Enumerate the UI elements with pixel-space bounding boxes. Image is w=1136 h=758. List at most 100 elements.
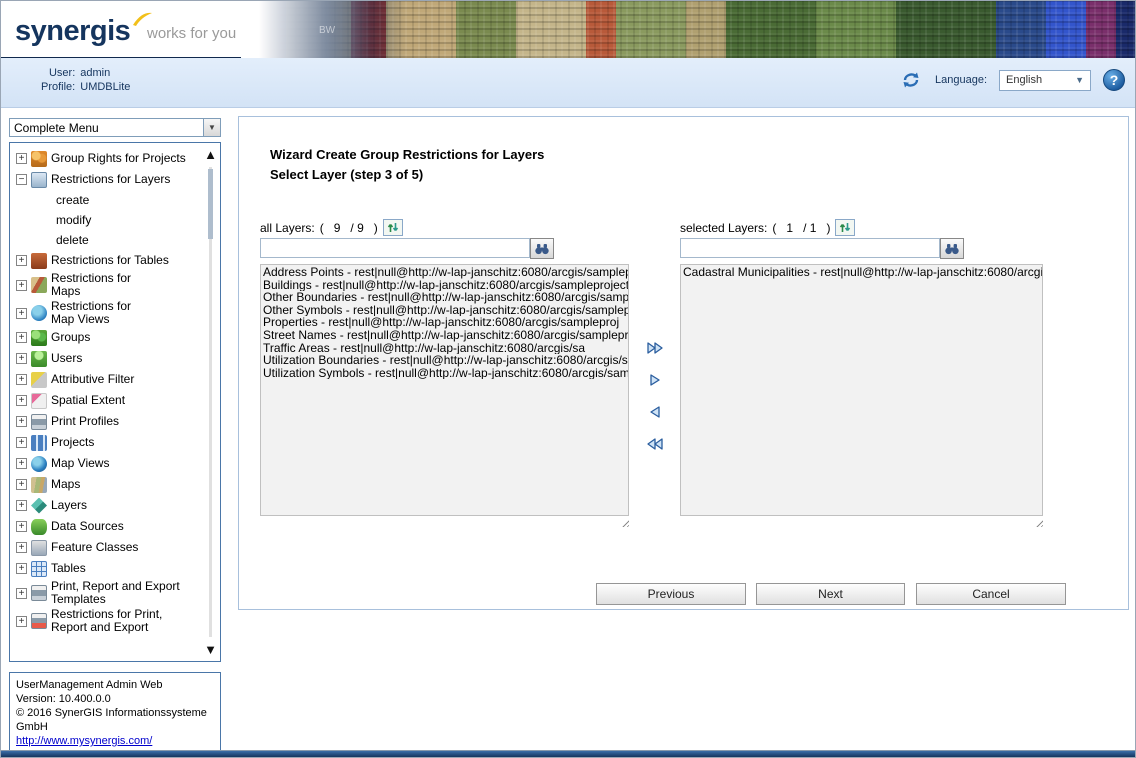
expand-toggle-icon[interactable]: + xyxy=(16,458,27,469)
wizard-step-subtitle: Select Layer (step 3 of 5) xyxy=(270,167,423,182)
sidebar-item-maps[interactable]: +Maps xyxy=(14,474,200,495)
language-select[interactable]: English ▼ xyxy=(999,70,1091,91)
list-item[interactable]: Other Boundaries - rest|null@http://w-la… xyxy=(263,291,628,304)
header-bar: User: admin Profile: UMDBLite Language: … xyxy=(1,58,1136,108)
next-button[interactable]: Next xyxy=(756,583,905,605)
expand-toggle-icon[interactable]: + xyxy=(16,416,27,427)
restrictions-for-maps-icon xyxy=(31,277,47,293)
sidebar-item-label: Groups xyxy=(51,331,90,344)
expand-toggle-icon[interactable]: + xyxy=(16,500,27,511)
list-item[interactable]: Utilization Boundaries - rest|null@http:… xyxy=(263,354,628,367)
list-item[interactable]: Utilization Symbols - rest|null@http://w… xyxy=(263,367,628,380)
selected-layers-total-value: 1 xyxy=(810,221,817,235)
expand-toggle-icon[interactable]: + xyxy=(16,308,27,319)
sidebar-item-delete[interactable]: delete xyxy=(14,230,200,250)
resize-grip-icon[interactable] xyxy=(1034,518,1043,527)
previous-button[interactable]: Previous xyxy=(596,583,746,605)
expand-toggle-icon[interactable]: + xyxy=(16,153,27,164)
attributive-filter-icon xyxy=(31,372,47,388)
expand-toggle-icon[interactable]: + xyxy=(16,479,27,490)
transfer-buttons xyxy=(644,337,666,454)
refresh-list-icon[interactable] xyxy=(383,219,403,236)
resize-grip-icon[interactable] xyxy=(620,518,629,527)
expand-toggle-icon[interactable]: + xyxy=(16,563,27,574)
list-item[interactable]: Buildings - rest|null@http://w-lap-jansc… xyxy=(263,279,628,292)
expand-toggle-icon[interactable]: + xyxy=(16,521,27,532)
selected-layers-search-input[interactable] xyxy=(680,238,940,258)
selected-layers-count: (1/ 1) xyxy=(772,221,830,235)
projects-icon xyxy=(31,435,47,451)
sidebar-item-users[interactable]: +Users xyxy=(14,348,200,369)
sidebar-item-projects[interactable]: +Projects xyxy=(14,432,200,453)
selected-layers-caption: selected Layers: xyxy=(680,221,767,235)
sidebar-item-map-views[interactable]: +Map Views xyxy=(14,453,200,474)
scrollbar-thumb[interactable] xyxy=(208,169,213,239)
list-item[interactable]: Properties - rest|null@http://w-lap-jans… xyxy=(263,316,628,329)
sidebar-item-restrictions-for-layers[interactable]: −Restrictions for Layers xyxy=(14,169,200,190)
chevron-down-icon[interactable]: ▼ xyxy=(203,119,220,136)
user-info: User: admin Profile: UMDBLite xyxy=(41,67,130,93)
list-item[interactable]: Address Points - rest|null@http://w-lap-… xyxy=(263,266,628,279)
sidebar-item-data-sources[interactable]: +Data Sources xyxy=(14,516,200,537)
expand-toggle-icon[interactable]: + xyxy=(16,588,27,599)
banner-fade xyxy=(241,1,371,58)
selected-layers-count-value: 1 xyxy=(786,221,793,235)
list-item[interactable]: Cadastral Municipalities - rest|null@htt… xyxy=(683,266,1042,279)
about-link[interactable]: http://www.mysynergis.com/ xyxy=(16,735,152,747)
sidebar-item-label: Tables xyxy=(51,562,86,575)
all-layers-search-input[interactable] xyxy=(260,238,530,258)
sidebar-item-create[interactable]: create xyxy=(14,190,200,210)
expand-toggle-icon[interactable]: + xyxy=(16,332,27,343)
move-right-button[interactable] xyxy=(644,369,666,390)
sidebar-item-restrictions-for-tables[interactable]: +Restrictions for Tables xyxy=(14,250,200,271)
selected-layers-list[interactable]: Cadastral Municipalities - rest|null@htt… xyxy=(680,264,1043,516)
binoculars-search-icon[interactable] xyxy=(940,238,964,259)
sidebar-item-restrictions-for-maps[interactable]: +Restrictions for Maps xyxy=(14,271,200,299)
collapse-toggle-icon[interactable]: − xyxy=(16,174,27,185)
move-left-button[interactable] xyxy=(644,401,666,422)
sidebar-item-spatial-extent[interactable]: +Spatial Extent xyxy=(14,390,200,411)
list-item[interactable]: Other Symbols - rest|null@http://w-lap-j… xyxy=(263,304,628,317)
expand-toggle-icon[interactable]: + xyxy=(16,353,27,364)
refresh-list-icon[interactable] xyxy=(835,219,855,236)
sidebar-item-groups[interactable]: + Groups xyxy=(14,327,200,348)
restrictions-print-report-export-icon xyxy=(31,613,47,629)
sidebar-item-print-report-and-export-templates[interactable]: +Print, Report and Export Templates xyxy=(14,579,200,607)
menu-mode-select[interactable]: Complete Menu ▼ xyxy=(9,118,221,137)
expand-toggle-icon[interactable]: + xyxy=(16,395,27,406)
scroll-up-icon[interactable]: ▲ xyxy=(204,148,217,161)
list-item[interactable]: Traffic Areas - rest|null@http://w-lap-j… xyxy=(263,342,628,355)
sidebar-item-print-profiles[interactable]: + Print Profiles xyxy=(14,411,200,432)
sidebar-item-label: Layers xyxy=(51,499,87,512)
layers-icon xyxy=(31,498,47,514)
restrictions-for-layers-icon xyxy=(31,172,47,188)
move-all-left-button[interactable] xyxy=(644,433,666,454)
sidebar-item-modify[interactable]: modify xyxy=(14,210,200,230)
expand-toggle-icon[interactable]: + xyxy=(16,280,27,291)
list-item[interactable]: Street Names - rest|null@http://w-lap-ja… xyxy=(263,329,628,342)
sidebar-item-tables[interactable]: + Tables xyxy=(14,558,200,579)
all-layers-list[interactable]: Address Points - rest|null@http://w-lap-… xyxy=(260,264,629,516)
scroll-down-icon[interactable]: ▼ xyxy=(204,643,217,656)
expand-toggle-icon[interactable]: + xyxy=(16,374,27,385)
expand-toggle-icon[interactable]: + xyxy=(16,437,27,448)
sidebar-item-restrictions-for-print-report-and-export[interactable]: +Restrictions for Print, Report and Expo… xyxy=(14,607,200,635)
sidebar-item-restrictions-for-map-views[interactable]: +Restrictions for Map Views xyxy=(14,299,200,327)
cancel-button[interactable]: Cancel xyxy=(916,583,1066,605)
app-window: synergis works for you BW User: admin Pr… xyxy=(0,0,1136,758)
help-icon[interactable]: ? xyxy=(1103,69,1125,91)
selected-layers-label: selected Layers: (1/ 1) xyxy=(680,219,855,236)
chevron-down-icon: ▼ xyxy=(1075,75,1084,85)
sidebar-tree-panel: +Group Rights for Projects−Restrictions … xyxy=(9,142,221,662)
expand-toggle-icon[interactable]: + xyxy=(16,616,27,627)
sidebar-item-layers[interactable]: + Layers xyxy=(14,495,200,516)
expand-toggle-icon[interactable]: + xyxy=(16,542,27,553)
sidebar-item-feature-classes[interactable]: +Feature Classes xyxy=(14,537,200,558)
refresh-icon[interactable] xyxy=(899,70,923,90)
sidebar-item-attributive-filter[interactable]: +Attributive Filter xyxy=(14,369,200,390)
binoculars-search-icon[interactable] xyxy=(530,238,554,259)
move-all-right-button[interactable] xyxy=(644,337,666,358)
sidebar-item-group-rights-for-projects[interactable]: +Group Rights for Projects xyxy=(14,148,200,169)
sidebar-item-label: Print Profiles xyxy=(51,415,119,428)
expand-toggle-icon[interactable]: + xyxy=(16,255,27,266)
